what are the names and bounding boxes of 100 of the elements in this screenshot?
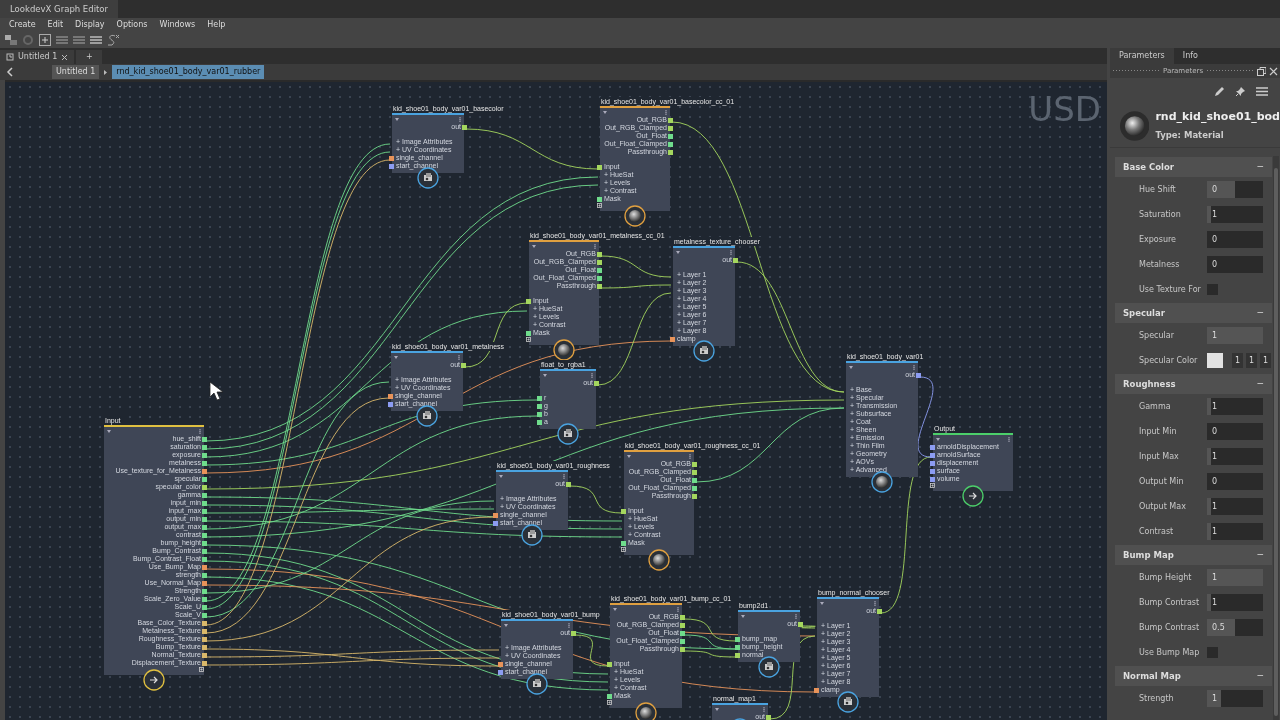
port-socket[interactable] [607, 661, 612, 667]
color-value-field[interactable]: 1 [1232, 353, 1243, 368]
port-socket[interactable] [668, 141, 673, 147]
port-socket[interactable] [930, 444, 935, 450]
port-socket[interactable] [930, 452, 935, 458]
port-socket[interactable] [537, 395, 542, 401]
port-socket[interactable] [930, 468, 935, 474]
port-socket[interactable] [692, 461, 697, 467]
port-socket[interactable] [597, 251, 602, 257]
section-header[interactable]: Base Color − [1115, 157, 1272, 177]
number-field[interactable]: 0.5 [1207, 619, 1263, 636]
number-field[interactable]: 1 [1207, 448, 1263, 465]
collapse-toggle[interactable]: − [1256, 160, 1264, 174]
pencil-icon[interactable] [1214, 85, 1225, 97]
back-icon[interactable] [6, 67, 14, 77]
port-socket[interactable] [202, 540, 207, 546]
port-socket[interactable] [202, 516, 207, 522]
port-socket[interactable] [798, 621, 803, 627]
add-port-icon[interactable] [597, 203, 602, 208]
port-socket[interactable] [735, 652, 740, 658]
port-socket[interactable] [202, 468, 207, 474]
arrow-right-icon[interactable] [143, 669, 165, 691]
slider-fill[interactable] [1207, 448, 1212, 465]
port-socket[interactable] [202, 436, 207, 442]
caret-icon[interactable] [676, 250, 680, 254]
port-socket[interactable] [493, 512, 498, 518]
port-socket[interactable] [202, 604, 207, 610]
new-tab-button[interactable]: + [76, 50, 103, 64]
menu-item[interactable]: Create [9, 19, 36, 31]
texture-icon[interactable] [557, 423, 579, 445]
port-socket[interactable] [597, 275, 602, 281]
caret-icon[interactable] [715, 707, 719, 711]
add-port-icon[interactable] [607, 700, 612, 705]
float-icon[interactable] [1257, 66, 1266, 76]
number-field[interactable]: 1 [1207, 690, 1263, 707]
port-socket[interactable] [680, 638, 685, 644]
breadcrumb-item[interactable]: Untitled 1 [52, 65, 100, 79]
port-socket[interactable] [566, 481, 571, 487]
caret-icon[interactable] [741, 614, 745, 618]
menu-item[interactable]: Edit [47, 19, 64, 31]
port-socket[interactable] [537, 403, 542, 409]
port-socket[interactable] [526, 330, 531, 336]
port-socket[interactable] [766, 714, 771, 720]
menu-item[interactable]: Options [116, 19, 148, 31]
port-socket[interactable] [498, 661, 503, 667]
port-socket[interactable] [668, 133, 673, 139]
port-socket[interactable] [597, 164, 602, 170]
caret-icon[interactable] [820, 601, 824, 605]
color-value-field[interactable]: 1 [1246, 353, 1257, 368]
collapse-toggle[interactable]: − [1256, 306, 1264, 320]
port-socket[interactable] [388, 393, 393, 399]
menu-item[interactable]: Windows [159, 19, 196, 31]
port-socket[interactable] [621, 540, 626, 546]
port-socket[interactable] [202, 484, 207, 490]
caret-icon[interactable] [613, 607, 617, 611]
port-socket[interactable] [670, 336, 675, 342]
port-socket[interactable] [692, 469, 697, 475]
collapse-toggle[interactable]: − [1256, 548, 1264, 562]
port-socket[interactable] [202, 580, 207, 586]
number-field[interactable]: 1 [1207, 498, 1263, 515]
port-socket[interactable] [930, 476, 935, 482]
number-field[interactable]: 1 [1207, 327, 1263, 344]
port-socket[interactable] [735, 636, 740, 642]
port-socket[interactable] [607, 693, 612, 699]
port-socket[interactable] [462, 124, 467, 130]
checkbox[interactable] [1207, 284, 1218, 295]
port-socket[interactable] [202, 524, 207, 530]
number-field[interactable]: 1 [1207, 398, 1263, 415]
slider-fill[interactable] [1207, 619, 1235, 636]
port-socket[interactable] [594, 380, 599, 386]
port-socket[interactable] [597, 267, 602, 273]
number-field[interactable]: 0 [1207, 473, 1263, 490]
port-socket[interactable] [692, 477, 697, 483]
clear-selection-icon[interactable] [106, 33, 120, 47]
port-socket[interactable] [668, 125, 673, 131]
port-socket[interactable] [202, 500, 207, 506]
port-socket[interactable] [202, 452, 207, 458]
port-socket[interactable] [733, 257, 738, 263]
port-socket[interactable] [202, 652, 207, 658]
sphere-icon[interactable] [648, 549, 670, 571]
port-socket[interactable] [597, 259, 602, 265]
number-field[interactable]: 0 [1207, 181, 1263, 198]
port-socket[interactable] [389, 163, 394, 169]
port-socket[interactable] [202, 636, 207, 642]
port-socket[interactable] [493, 520, 498, 526]
port-socket[interactable] [202, 460, 207, 466]
port-socket[interactable] [388, 401, 393, 407]
slider-fill[interactable] [1207, 181, 1235, 198]
port-socket[interactable] [680, 646, 685, 652]
caret-icon[interactable] [504, 623, 508, 627]
port-socket[interactable] [692, 493, 697, 499]
slider-fill[interactable] [1207, 594, 1212, 611]
port-socket[interactable] [461, 362, 466, 368]
add-port-icon[interactable] [930, 483, 935, 488]
number-field[interactable]: 1 [1207, 523, 1263, 540]
node-card[interactable] [104, 425, 204, 675]
port-socket[interactable] [814, 687, 819, 693]
port-socket[interactable] [202, 660, 207, 666]
port-socket[interactable] [202, 564, 207, 570]
align-icon[interactable] [89, 33, 103, 47]
